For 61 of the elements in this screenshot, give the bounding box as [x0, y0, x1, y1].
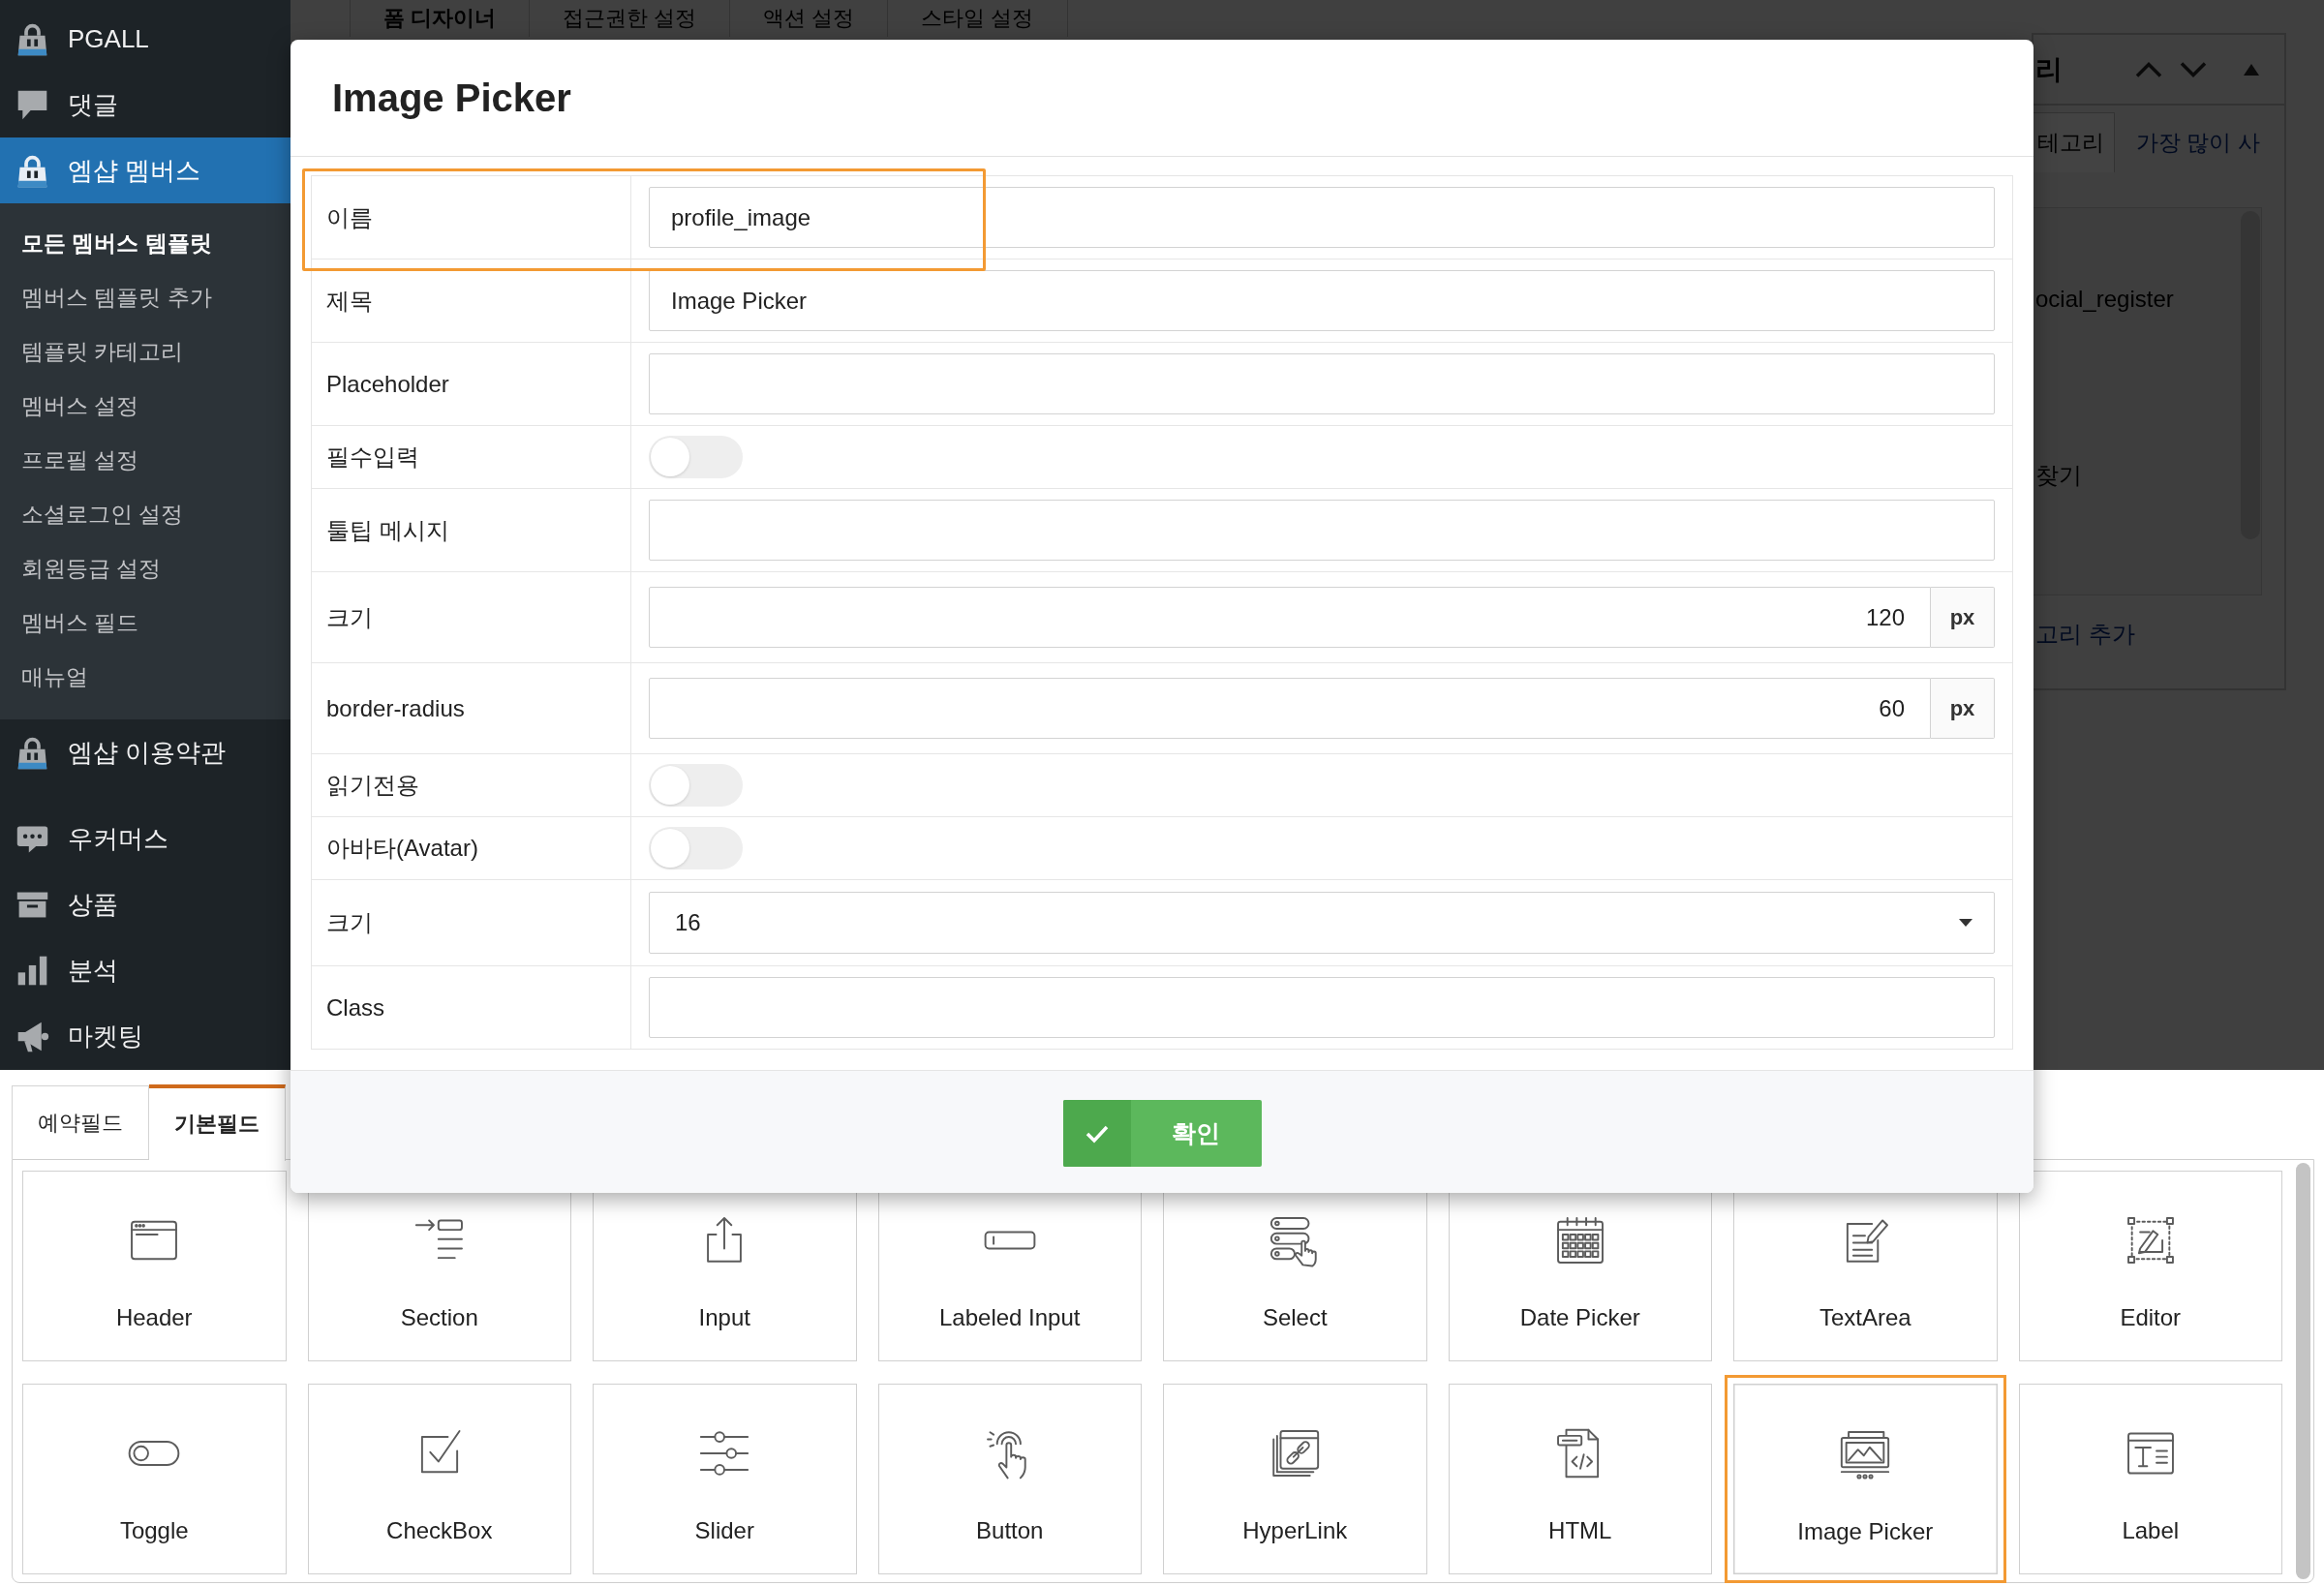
chevron-up-icon[interactable]: [2135, 61, 2162, 77]
field-tile[interactable]: HyperLink: [1163, 1384, 1427, 1574]
field-tile[interactable]: Button: [877, 1384, 1142, 1574]
submenu-item[interactable]: 모든 멤버스 템플릿: [0, 216, 290, 270]
field-label: border-radius: [326, 694, 465, 722]
toggle-switch[interactable]: [649, 436, 743, 478]
field-tile[interactable]: Label: [2018, 1384, 2282, 1574]
check-icon: [1062, 1100, 1131, 1167]
field-tile[interactable]: Header: [22, 1171, 287, 1361]
scrollbar-thumb[interactable]: [2296, 1163, 2310, 1579]
triangle-up-icon[interactable]: [2244, 63, 2259, 76]
field-label: 이름: [326, 202, 373, 232]
submenu-item[interactable]: 멤버스 설정: [0, 379, 290, 433]
menu-item[interactable]: 댓글: [0, 72, 290, 137]
submenu-item[interactable]: 매뉴얼: [0, 650, 290, 704]
modal-title: Image Picker: [332, 76, 571, 120]
toggle-switch[interactable]: [649, 827, 743, 869]
menu-item[interactable]: 상품: [0, 871, 290, 937]
menu-item[interactable]: 마켓팅: [0, 1003, 290, 1069]
number-input[interactable]: 60: [649, 678, 1931, 739]
field-label: 툴팁 메시지: [326, 515, 449, 545]
number-input[interactable]: 120: [649, 587, 1931, 648]
palette-tab[interactable]: 예약필드: [12, 1085, 149, 1159]
menu-item[interactable]: 우커머스: [0, 806, 290, 871]
field-label: Class: [326, 993, 384, 1022]
select-dropdown[interactable]: 16: [649, 892, 1995, 954]
palette-tab[interactable]: 기본필드: [149, 1083, 286, 1161]
text-input[interactable]: Image Picker: [649, 270, 1995, 331]
panel-title: 리: [2035, 52, 2063, 86]
submenu-item[interactable]: 멤버스 필드: [0, 595, 290, 650]
menu-item[interactable]: 분석: [0, 937, 290, 1003]
field-label: 크기: [326, 602, 373, 632]
field-tile[interactable]: CheckBox: [307, 1384, 571, 1574]
toggle-switch[interactable]: [649, 764, 743, 807]
field-label: 아바타(Avatar): [326, 834, 478, 863]
field-tile[interactable]: Toggle: [22, 1384, 287, 1574]
field-label: 제목: [326, 286, 373, 316]
field-tile[interactable]: Image Picker: [1725, 1375, 2006, 1583]
unit-addon: px: [1931, 678, 1995, 739]
field-label: 필수입력: [326, 442, 419, 472]
chevron-down-icon[interactable]: [2180, 61, 2207, 77]
caret-icon: [1959, 919, 1972, 927]
menu-item[interactable]: 엠샵 이용약관: [0, 719, 290, 785]
submenu-item[interactable]: 템플릿 카테고리: [0, 324, 290, 379]
text-input[interactable]: [649, 353, 1995, 414]
field-tile[interactable]: HTML: [1448, 1384, 1712, 1574]
menu-item[interactable]: 엠샵 멤버스: [0, 137, 290, 203]
menu-item[interactable]: PGALL: [0, 6, 290, 72]
submenu-item[interactable]: 멤버스 템플릿 추가: [0, 270, 290, 324]
submenu-item[interactable]: 소셜로그인 설정: [0, 487, 290, 541]
field-label: 읽기전용: [326, 771, 419, 800]
unit-addon: px: [1931, 587, 1995, 648]
text-input[interactable]: [649, 977, 1995, 1038]
submenu-item[interactable]: 회원등급 설정: [0, 541, 290, 595]
field-tile[interactable]: Editor: [2018, 1171, 2282, 1361]
submenu-item[interactable]: 프로필 설정: [0, 433, 290, 487]
text-input[interactable]: profile_image: [649, 187, 1995, 248]
field-tile[interactable]: Slider: [593, 1384, 857, 1574]
field-label: Placeholder: [326, 370, 449, 398]
field-label: 크기: [326, 908, 373, 937]
text-input[interactable]: [649, 500, 1995, 561]
